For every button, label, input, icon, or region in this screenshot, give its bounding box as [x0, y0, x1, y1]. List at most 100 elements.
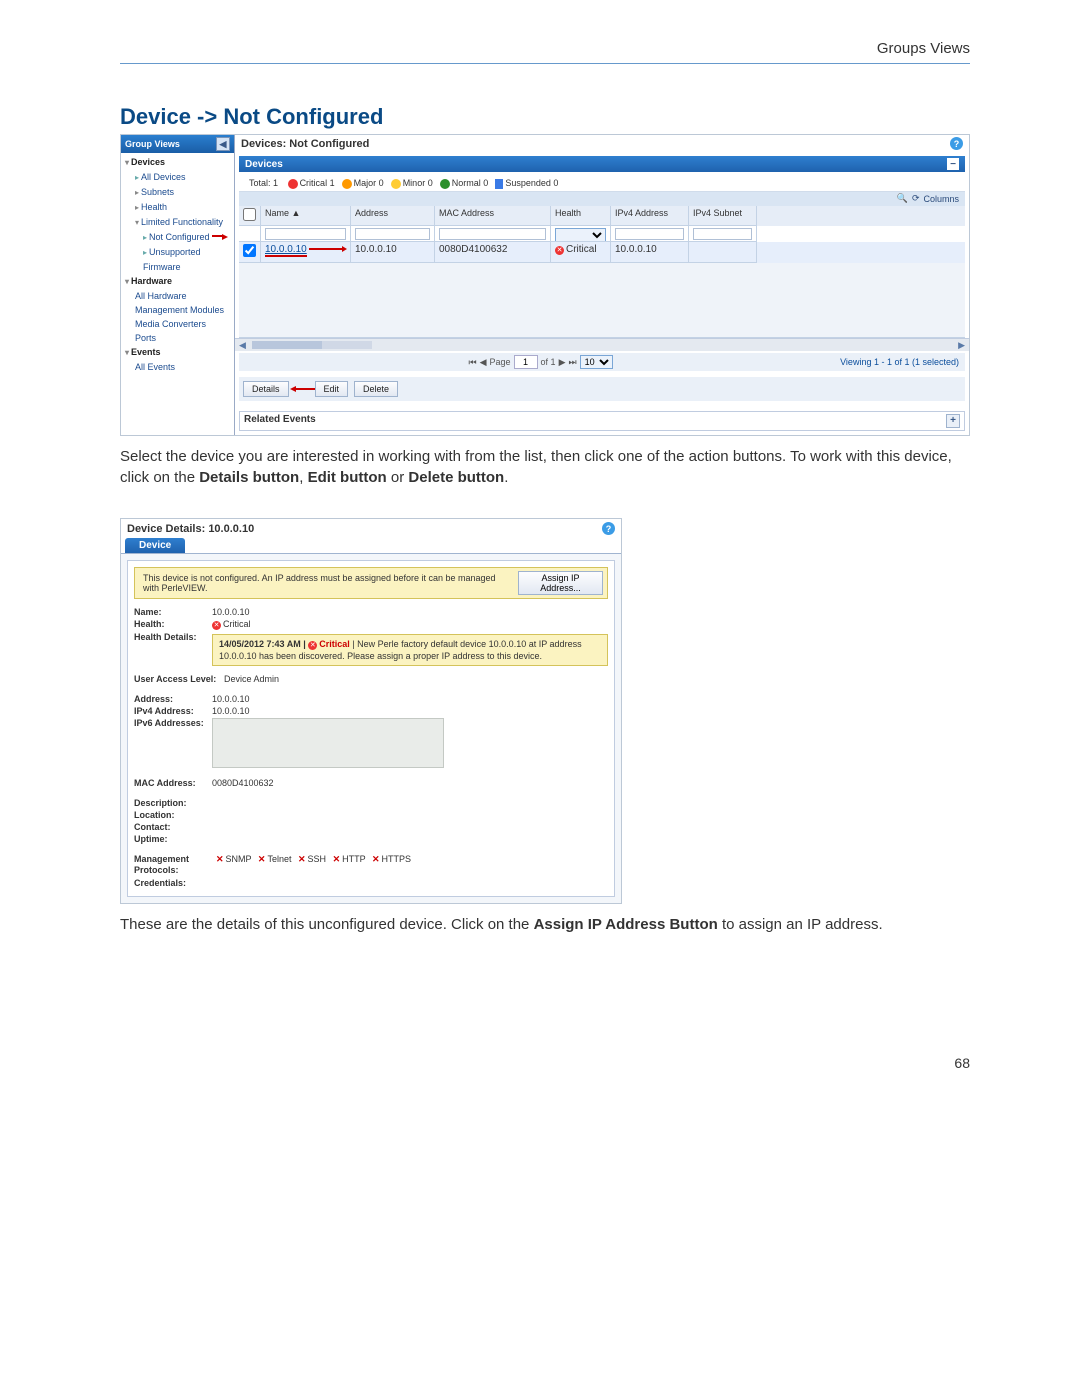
- scroll-left-icon[interactable]: ◀: [235, 340, 250, 351]
- pager-page-input[interactable]: [514, 355, 538, 369]
- pager-page-label: Page: [490, 357, 511, 367]
- help-icon[interactable]: ?: [950, 137, 963, 150]
- scroll-right-icon[interactable]: ▶: [954, 340, 969, 351]
- delete-button[interactable]: Delete: [354, 381, 398, 397]
- label-ipv6: IPv6 Addresses:: [134, 718, 212, 728]
- health-details-message: 14/05/2012 7:43 AM | ✕Critical | New Per…: [212, 634, 608, 666]
- cell-name[interactable]: 10.0.0.10: [265, 244, 307, 257]
- value-mac: 0080D4100632: [212, 778, 608, 788]
- tree-hardware[interactable]: Hardware: [125, 274, 234, 289]
- pager-first-icon[interactable]: ⏮: [468, 357, 476, 368]
- pager-last-icon[interactable]: ⏭: [568, 357, 576, 368]
- label-credentials: Credentials:: [134, 878, 212, 888]
- value-description: [212, 798, 608, 808]
- cell-ipv4-address: 10.0.0.10: [611, 242, 689, 263]
- normal-icon: [440, 179, 450, 189]
- table-row[interactable]: 10.0.0.10 10.0.0.10 0080D4100632 ✕Critic…: [239, 242, 965, 263]
- related-events-title: Related Events: [244, 414, 316, 428]
- suspended-icon: [495, 179, 503, 189]
- filter-ipv4-address[interactable]: [615, 228, 684, 240]
- filter-mac[interactable]: [439, 228, 546, 240]
- tree-media-converters[interactable]: Media Converters: [125, 317, 234, 331]
- annotation-arrow-icon: [295, 388, 315, 390]
- annotation-arrow-icon: [309, 248, 343, 250]
- tree-subnets[interactable]: Subnets: [125, 185, 234, 200]
- screenshot-device-details: Device Details: 10.0.0.10 ? Device This …: [120, 518, 622, 904]
- col-mac[interactable]: MAC Address: [435, 206, 551, 226]
- page-number: 68: [120, 1055, 970, 1071]
- divider: [120, 63, 970, 64]
- panel-title: Devices: [245, 159, 283, 170]
- tree-management-modules[interactable]: Management Modules: [125, 303, 234, 317]
- pager-prev-icon[interactable]: ◀: [480, 357, 487, 368]
- label-address: Address:: [134, 694, 212, 704]
- paragraph-1: Select the device you are interested in …: [120, 446, 970, 488]
- cell-mac: 0080D4100632: [435, 242, 551, 263]
- panel-minimize-button[interactable]: −: [947, 158, 959, 170]
- label-description: Description:: [134, 798, 212, 808]
- cross-icon: ✕: [216, 854, 224, 864]
- col-ipv4-address[interactable]: IPv4 Address: [611, 206, 689, 226]
- tree-events[interactable]: Events: [125, 345, 234, 360]
- label-mac: MAC Address:: [134, 778, 212, 788]
- tree-all-hardware[interactable]: All Hardware: [125, 289, 234, 303]
- value-health: ✕Critical: [212, 619, 608, 630]
- paragraph-2: These are the details of this unconfigur…: [120, 914, 970, 935]
- assign-ip-button[interactable]: Assign IP Address...: [518, 571, 603, 595]
- tree-unsupported-firmware[interactable]: Unsupported Firmware: [125, 245, 234, 274]
- select-all-checkbox[interactable]: [243, 208, 256, 221]
- tree-all-devices[interactable]: All Devices: [125, 170, 234, 185]
- col-name[interactable]: Name ▲: [261, 206, 351, 226]
- group-views-sidebar: Group Views ◀ Devices All Devices Subnet…: [121, 135, 235, 435]
- filter-name[interactable]: [265, 228, 346, 240]
- label-name: Name:: [134, 607, 212, 617]
- page-heading: Device -> Not Configured: [120, 104, 970, 130]
- value-credentials: [212, 878, 608, 888]
- pager-of-label: of 1: [541, 357, 556, 367]
- label-protocols: Management Protocols:: [134, 854, 212, 876]
- search-icon[interactable]: 🔍: [897, 193, 908, 204]
- cell-ipv4-subnet: [689, 242, 757, 263]
- value-access-level: Device Admin: [224, 674, 608, 684]
- health-summary: Total: 1 Critical 1 Major 0 Minor 0 Norm…: [239, 176, 965, 192]
- screenshot-devices: Group Views ◀ Devices All Devices Subnet…: [120, 134, 970, 436]
- value-name: 10.0.0.10: [212, 607, 608, 617]
- details-title: Device Details: 10.0.0.10: [127, 523, 254, 535]
- row-checkbox[interactable]: [243, 244, 256, 257]
- columns-button[interactable]: Columns: [923, 194, 959, 204]
- sidebar-collapse-button[interactable]: ◀: [216, 137, 230, 151]
- tree-limited-functionality[interactable]: Limited Functionality: [125, 215, 234, 230]
- tree-not-configured[interactable]: Not Configured: [125, 230, 234, 245]
- value-protocols: ✕SNMP ✕Telnet ✕SSH ✕HTTP ✕HTTPS: [212, 854, 608, 865]
- pager-summary: Viewing 1 - 1 of 1 (1 selected): [840, 357, 959, 367]
- pager-size-select[interactable]: 10: [580, 355, 613, 369]
- col-health[interactable]: Health: [551, 206, 611, 226]
- horizontal-scrollbar[interactable]: ◀ ▶: [235, 338, 969, 351]
- help-icon[interactable]: ?: [602, 522, 615, 535]
- warning-bar: This device is not configured. An IP add…: [134, 567, 608, 599]
- cell-health: ✕Critical: [551, 242, 611, 263]
- annotation-arrow-icon: [212, 232, 226, 240]
- filter-health[interactable]: [555, 228, 606, 242]
- label-uptime: Uptime:: [134, 834, 212, 844]
- label-health: Health:: [134, 619, 212, 630]
- tab-device[interactable]: Device: [125, 538, 185, 553]
- pager-next-icon[interactable]: ▶: [559, 357, 566, 368]
- tree-ports[interactable]: Ports: [125, 331, 234, 345]
- filter-address[interactable]: [355, 228, 430, 240]
- cross-icon: ✕: [372, 854, 380, 864]
- tree-devices[interactable]: Devices: [125, 155, 234, 170]
- expand-related-button[interactable]: +: [946, 414, 960, 428]
- col-address[interactable]: Address: [351, 206, 435, 226]
- label-location: Location:: [134, 810, 212, 820]
- tree-health[interactable]: Health: [125, 200, 234, 215]
- refresh-icon[interactable]: ⟳: [912, 193, 920, 204]
- filter-ipv4-subnet[interactable]: [693, 228, 752, 240]
- breadcrumb: Groups Views: [120, 40, 970, 57]
- col-ipv4-subnet[interactable]: IPv4 Subnet: [689, 206, 757, 226]
- tree-all-events[interactable]: All Events: [125, 360, 234, 374]
- edit-button[interactable]: Edit: [315, 381, 349, 397]
- critical-icon: [288, 179, 298, 189]
- details-button[interactable]: Details: [243, 381, 289, 397]
- sidebar-header: Group Views ◀: [121, 135, 234, 153]
